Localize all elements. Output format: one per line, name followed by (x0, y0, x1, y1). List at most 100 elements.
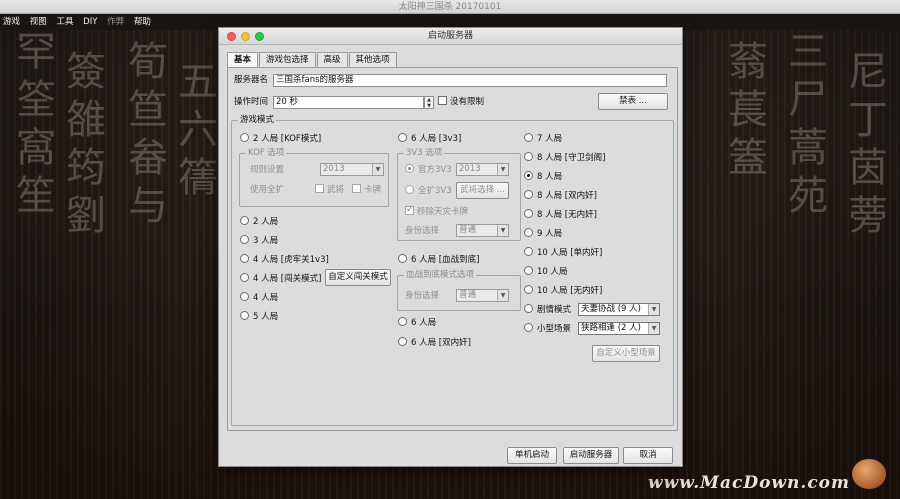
v3-role-value: 普通 (459, 225, 477, 235)
server-name-input[interactable]: 三国杀fans的服务器 (273, 74, 667, 87)
mode-radio[interactable]: 8 人局 [无内奸] (524, 209, 597, 221)
mode-label: 4 人局 (253, 293, 279, 303)
mode-label: 9 人局 (537, 229, 563, 239)
radio-icon (524, 209, 533, 218)
bg-calligraphy: 五六篟 (171, 60, 217, 204)
start-server-button[interactable]: 启动服务器 (563, 447, 619, 464)
radio-icon (398, 337, 407, 346)
mode-radio[interactable]: 6 人局 [3v3] (398, 133, 461, 145)
bdd-role-select[interactable]: 普通 ▼ (456, 289, 509, 302)
mode-radio[interactable]: 4 人局 [闯关模式] (240, 273, 321, 285)
mode-radio[interactable]: 4 人局 (240, 292, 278, 304)
v3-official-select[interactable]: 2013 ▼ (456, 163, 509, 176)
mode-radio[interactable]: 3 人局 (240, 235, 278, 247)
cancel-button[interactable]: 取消 (623, 447, 673, 464)
v3-full-label: 全扩3V3 (418, 186, 452, 196)
mode-radio[interactable]: 10 人局 [无内奸] (524, 285, 602, 297)
mode-label: 6 人局 [双内奸] (411, 338, 471, 348)
checkbox-icon (438, 96, 447, 105)
v3-role-select[interactable]: 普通 ▼ (456, 224, 509, 237)
radio-icon (240, 292, 249, 301)
kof-options-label: KOF 选项 (246, 147, 287, 159)
mode-radio[interactable]: 6 人局 (398, 317, 436, 329)
chevron-down-icon: ▼ (497, 164, 508, 175)
mode-radio[interactable]: 2 人局 [KOF模式] (240, 133, 321, 145)
v3-options-label: 3V3 选项 (404, 147, 445, 159)
mode-radio[interactable]: 6 人局 [双内奸] (398, 337, 471, 349)
menu-game[interactable]: 游戏 (3, 17, 20, 27)
mode-radio[interactable]: 10 人局 (524, 266, 568, 278)
close-icon[interactable] (227, 32, 236, 41)
tab-packages[interactable]: 游戏包选择 (259, 52, 316, 67)
radio-icon (240, 216, 249, 225)
minimize-icon[interactable] (241, 32, 250, 41)
radio-icon (524, 152, 533, 161)
mode-label: 8 人局 [无内奸] (537, 210, 597, 220)
v3-official-value: 2013 (459, 164, 481, 174)
menu-tools[interactable]: 工具 (56, 17, 73, 27)
kof-general-checkbox[interactable]: 武将 (315, 184, 344, 196)
mode-radio[interactable]: 6 人局 [血战到底] (398, 254, 479, 266)
dialog-titlebar: 启动服务器 (219, 28, 682, 45)
mascot-ball (852, 459, 886, 489)
checkbox-icon (352, 184, 361, 193)
mode-radio[interactable]: 2 人局 (240, 216, 278, 228)
op-time-input[interactable]: 20 秒 (273, 96, 424, 109)
bdd-options-group: 血战到底模式选项 身份选择 普通 ▼ (397, 269, 521, 311)
mode-radio[interactable]: 8 人局 [双内奸] (524, 190, 597, 202)
mode-label: 剧情模式 (537, 305, 572, 315)
mode-label: 2 人局 [KOF模式] (253, 134, 322, 144)
mode-label: 4 人局 [闯关模式] (253, 274, 322, 284)
checkbox-icon (405, 204, 414, 216)
tab-other[interactable]: 其他选项 (348, 52, 397, 67)
kof-card-label: 卡牌 (364, 185, 382, 195)
op-time-label: 操作时间 (234, 97, 269, 107)
menu-view[interactable]: 视图 (30, 17, 47, 27)
radio-icon (524, 323, 533, 332)
mini-scene-select[interactable]: 狭路相逢 (2 人) ▼ (578, 322, 660, 335)
scenario-select[interactable]: 夫妻协战 (9 人) ▼ (578, 303, 660, 316)
mode-radio[interactable]: 10 人局 [单内奸] (524, 247, 602, 259)
bdd-role-label: 身份选择 (405, 291, 440, 301)
v3-official-radio[interactable]: 官方3V3 (405, 164, 452, 176)
mode-radio[interactable]: 剧情模式 (524, 304, 571, 316)
bg-calligraphy: 筍笪畚与 (121, 40, 167, 232)
radio-icon (405, 164, 414, 173)
no-limit-checkbox[interactable]: 没有限制 (438, 96, 484, 108)
mode-radio[interactable]: 4 人局 [虎牢关1v3] (240, 254, 329, 266)
custom-mini-scene-button[interactable]: 自定义小型场景 (592, 345, 660, 362)
mode-label: 5 人局 (253, 312, 279, 322)
custom-pass-button[interactable]: 自定义闯关模式 (325, 269, 391, 286)
v3-full-radio[interactable]: 全扩3V3 (405, 185, 452, 197)
mode-radio[interactable]: 5 人局 (240, 311, 278, 323)
kof-card-checkbox[interactable]: 卡牌 (352, 184, 381, 196)
zoom-icon[interactable] (255, 32, 264, 41)
single-player-button[interactable]: 单机启动 (507, 447, 557, 464)
radio-icon (398, 317, 407, 326)
dialog-title: 启动服务器 (427, 31, 473, 41)
kof-rule-select[interactable]: 2013 ▼ (320, 163, 384, 176)
menu-cheat[interactable]: 作弊 (107, 17, 124, 27)
op-time-stepper[interactable]: ▲ ▼ (424, 96, 434, 109)
v3-official-label: 官方3V3 (418, 165, 452, 175)
mode-radio[interactable]: 7 人局 (524, 133, 562, 145)
mode-radio[interactable]: 9 人局 (524, 228, 562, 240)
mode-label: 8 人局 (537, 172, 563, 182)
mode-radio[interactable]: 8 人局 [守卫剑阁] (524, 152, 605, 164)
menu-diy[interactable]: DIY (83, 17, 97, 27)
tab-bar: 基本 游戏包选择 高级 其他选项 (227, 52, 398, 67)
radio-icon (524, 304, 533, 313)
ban-list-button[interactable]: 禁表 ... (598, 93, 668, 110)
mode-radio[interactable]: 小型场景 (524, 323, 571, 335)
mode-radio-selected[interactable]: 8 人局 (524, 171, 562, 183)
v3-remove-card-checkbox[interactable]: 移除天灾卡牌 (405, 204, 468, 218)
radio-icon (524, 133, 533, 142)
chevron-down-icon: ▼ (648, 304, 659, 315)
tab-advanced[interactable]: 高级 (316, 52, 348, 67)
mode-label: 7 人局 (537, 134, 563, 144)
basic-panel: 服务器名 三国杀fans的服务器 操作时间 20 秒 ▲ ▼ 没有限制 禁表 ..… (227, 67, 678, 431)
radio-icon (524, 171, 533, 180)
v3-general-select-button[interactable]: 武将选择 ... (456, 182, 509, 199)
tab-basic[interactable]: 基本 (227, 52, 259, 67)
menu-help[interactable]: 帮助 (134, 17, 151, 27)
